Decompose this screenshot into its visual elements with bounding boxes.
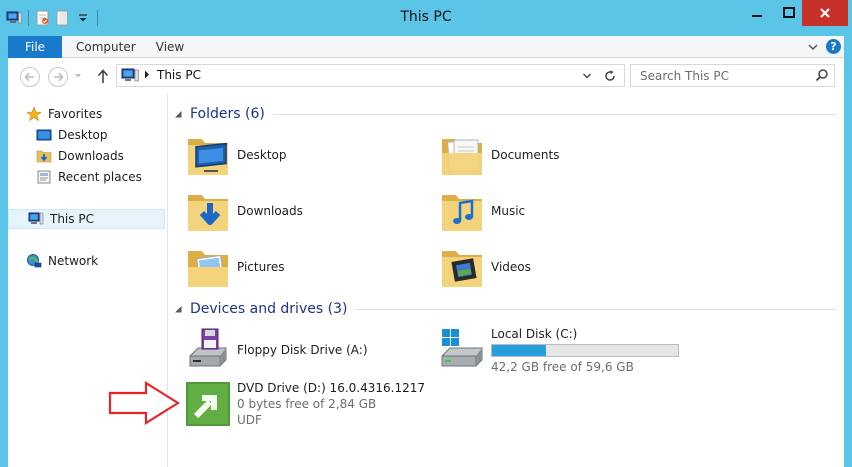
nav-network-label: Network: [48, 254, 99, 268]
nav-desktop-label: Desktop: [58, 128, 108, 142]
forward-arrow-icon: [54, 72, 64, 82]
ribbon: File Computer View ?: [8, 36, 844, 58]
window-title: This PC: [400, 9, 452, 25]
nav-favorites[interactable]: Favorites: [26, 104, 102, 124]
expand-ribbon-chevron-icon[interactable]: [806, 40, 820, 54]
collapse-chevron-icon[interactable]: [174, 110, 183, 119]
this-pc-icon: [28, 211, 44, 227]
nav-downloads-label: Downloads: [58, 149, 124, 163]
nav-favorites-label: Favorites: [48, 107, 103, 121]
dvd-drive-icon: [184, 380, 232, 428]
back-arrow-icon: [24, 72, 34, 82]
drive-dvd-d-free: 0 bytes free of 2,84 GB: [237, 397, 377, 411]
capacity-bar: [491, 344, 679, 357]
group-divider: [272, 113, 836, 115]
forward-button[interactable]: [48, 67, 68, 87]
search-box[interactable]: [630, 64, 835, 87]
network-icon: [26, 253, 42, 269]
tab-file[interactable]: File: [8, 36, 62, 58]
folder-music-label: Music: [491, 204, 526, 218]
drive-floppy-label: Floppy Disk Drive (A:): [237, 343, 368, 357]
floppy-drive-icon: [184, 326, 232, 374]
downloads-icon: [36, 148, 52, 164]
nav-network[interactable]: Network: [26, 251, 98, 271]
drive-local-c[interactable]: Local Disk (C:) 42,2 GB free of 59,6 GB: [438, 326, 679, 375]
drive-floppy[interactable]: Floppy Disk Drive (A:): [184, 326, 368, 374]
help-button[interactable]: ?: [826, 39, 841, 54]
folder-pictures[interactable]: Pictures: [184, 241, 285, 293]
close-icon: [820, 8, 830, 18]
desktop-icon: [36, 127, 52, 143]
drive-dvd-d-filesystem: UDF: [237, 413, 262, 427]
nav-this-pc[interactable]: This PC: [8, 209, 165, 229]
nav-recent-places-label: Recent places: [58, 170, 142, 184]
up-arrow-icon[interactable]: [96, 68, 110, 84]
minimize-button[interactable]: [742, 0, 772, 26]
folder-documents-label: Documents: [491, 148, 560, 162]
local-disk-icon: [438, 326, 486, 374]
folder-pictures-label: Pictures: [237, 260, 285, 274]
address-path: This PC: [157, 68, 201, 82]
folder-music[interactable]: Music: [438, 185, 525, 237]
address-row: This PC: [8, 58, 844, 94]
recent-locations-dropdown-icon[interactable]: [74, 72, 82, 80]
folder-videos-label: Videos: [491, 260, 531, 274]
folder-desktop[interactable]: Desktop: [184, 129, 287, 181]
folders-group-title: Folders (6): [190, 106, 265, 122]
address-bar[interactable]: This PC: [116, 64, 625, 87]
music-folder-icon: [438, 187, 486, 235]
capacity-bar-fill: [492, 345, 546, 356]
title-bar: This PC: [0, 0, 852, 36]
address-dropdown-icon[interactable]: [582, 72, 592, 80]
folder-videos[interactable]: Videos: [438, 241, 531, 293]
content-pane: Folders (6) Desktop Documents Downloads …: [168, 94, 844, 467]
nav-recent-places[interactable]: Recent places: [36, 167, 142, 187]
drives-group-header[interactable]: Devices and drives (3): [174, 299, 836, 319]
refresh-icon[interactable]: [603, 69, 617, 83]
tab-view[interactable]: View: [154, 36, 186, 58]
window-frame-right: [844, 36, 852, 467]
red-pointer-arrow-icon: [108, 381, 180, 425]
collapse-chevron-icon[interactable]: [174, 305, 183, 314]
this-pc-icon: [121, 68, 139, 82]
drive-dvd-d[interactable]: DVD Drive (D:) 16.0.4316.1217 0 bytes fr…: [184, 380, 425, 428]
drive-local-c-free: 42,2 GB free of 59,6 GB: [491, 360, 634, 374]
folder-desktop-label: Desktop: [237, 148, 287, 162]
videos-folder-icon: [438, 243, 486, 291]
back-button[interactable]: [20, 67, 40, 87]
recent-places-icon: [36, 169, 52, 185]
folder-documents[interactable]: Documents: [438, 129, 559, 181]
drive-local-c-label: Local Disk (C:): [491, 327, 578, 341]
documents-folder-icon: [438, 131, 486, 179]
group-divider: [355, 308, 836, 310]
tab-computer[interactable]: Computer: [76, 36, 136, 58]
nav-desktop[interactable]: Desktop: [36, 125, 108, 145]
search-input[interactable]: [631, 65, 811, 86]
breadcrumb-separator-icon[interactable]: [144, 70, 150, 79]
close-button[interactable]: [802, 0, 848, 26]
star-icon: [26, 106, 42, 122]
pictures-folder-icon: [184, 243, 232, 291]
drives-group-title: Devices and drives (3): [190, 301, 348, 317]
nav-this-pc-label: This PC: [50, 212, 94, 226]
nav-downloads[interactable]: Downloads: [36, 146, 124, 166]
folder-downloads-label: Downloads: [237, 204, 303, 218]
maximize-button[interactable]: [774, 0, 804, 26]
drive-dvd-d-label: DVD Drive (D:) 16.0.4316.1217: [237, 381, 425, 395]
folders-group-header[interactable]: Folders (6): [174, 104, 836, 124]
downloads-folder-icon: [184, 187, 232, 235]
folder-downloads[interactable]: Downloads: [184, 185, 303, 237]
window-frame-left: [0, 36, 8, 467]
desktop-folder-icon: [184, 131, 232, 179]
search-icon[interactable]: [815, 68, 829, 82]
